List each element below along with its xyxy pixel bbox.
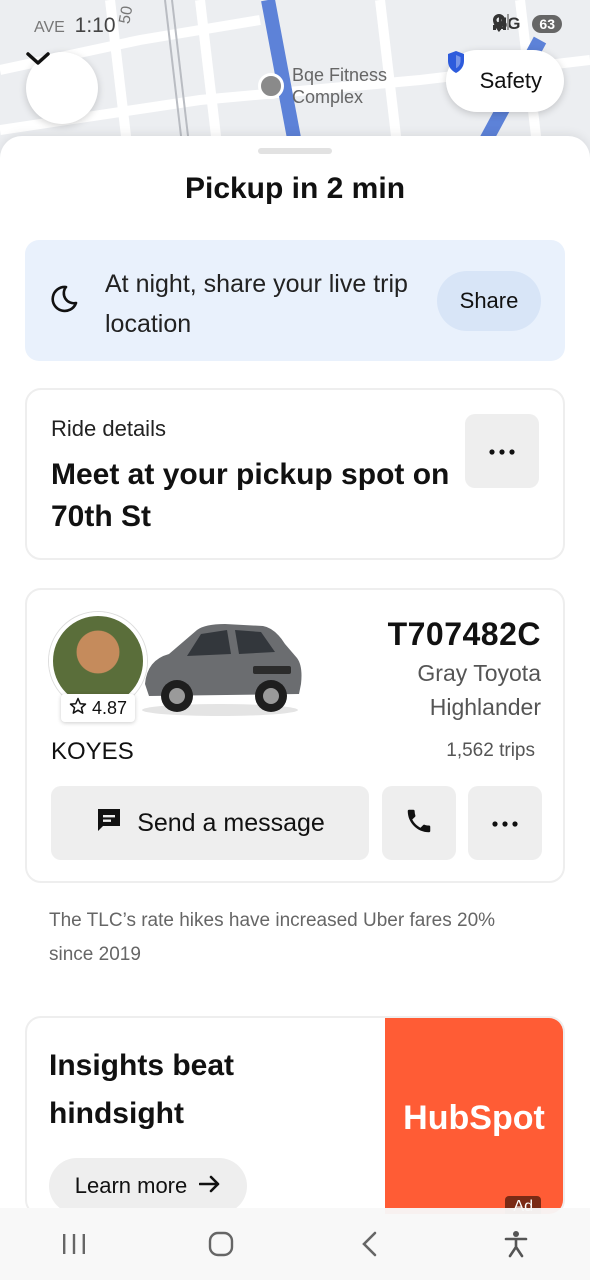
learn-more-button[interactable]: Learn more (49, 1158, 247, 1214)
hubspot-logo: HubSpot (403, 1098, 545, 1137)
driver-rating: 4.87 (61, 694, 136, 722)
recents-button[interactable] (34, 1214, 114, 1274)
message-icon (95, 806, 123, 841)
more-dots-icon (492, 814, 518, 832)
phone-icon (404, 806, 434, 841)
street-label-top: AVE (34, 19, 65, 36)
ride-details-label: Ride details (51, 416, 166, 441)
share-button[interactable]: Share (437, 271, 541, 331)
send-message-button[interactable]: Send a message (51, 786, 369, 860)
ride-details-more-button[interactable] (465, 414, 539, 488)
ad-image[interactable]: HubSpot Ad (385, 1018, 563, 1214)
safety-label: Safety (479, 68, 542, 93)
back-button[interactable] (329, 1214, 409, 1274)
driver-trip-count: 1,562 trips (446, 740, 535, 761)
star-icon (69, 697, 87, 720)
ad-card[interactable]: Insights beat hindsight Learn more HubSp… (25, 1016, 565, 1216)
sheet-title: Pickup in 2 min (184, 172, 406, 205)
more-dots-icon (489, 442, 515, 460)
trip-sheet: Pickup in 2 min At night, share your liv… (0, 136, 590, 1280)
poi-marker-icon (258, 73, 284, 99)
clock: 1:10 (74, 14, 116, 37)
send-message-label: Send a message (137, 808, 325, 837)
safety-button[interactable]: Safety (445, 50, 564, 112)
learn-more-label: Learn more (74, 1173, 188, 1198)
collapse-button[interactable] (26, 52, 98, 124)
rating-value: 4.87 (92, 697, 128, 718)
share-location-card: At night, share your live trip location … (25, 240, 565, 361)
battery-badge: 63 (532, 15, 562, 33)
car-model: Gray Toyota Highlander (417, 660, 541, 720)
fare-notice: The TLC’s rate hikes have increased Uber… (49, 910, 496, 965)
driver-card: 4.87 KOYES T707482C Gray Toyota Highland… (25, 588, 565, 883)
arrow-right-icon (198, 1173, 221, 1199)
status-time: AVE 1:10 (34, 14, 116, 38)
share-message: At night, share your live trip location (105, 270, 408, 338)
sheet-drag-handle[interactable] (258, 148, 332, 154)
driver-name: KOYES (51, 738, 134, 765)
pickup-instruction: Meet at your pickup spot on 70th St (51, 458, 450, 533)
moon-icon (49, 284, 79, 319)
ad-headline: Insights beat hindsight (49, 1049, 235, 1130)
system-nav-bar (0, 1208, 590, 1280)
status-icons: 5G 63 (492, 14, 562, 34)
street-number: 50 (116, 4, 137, 26)
driver-more-button[interactable] (468, 786, 542, 860)
home-button[interactable] (181, 1214, 261, 1274)
call-button[interactable] (382, 786, 456, 860)
license-plate: T707482C (387, 616, 541, 652)
accessibility-button[interactable] (476, 1214, 556, 1274)
ride-details-card: Ride details Meet at your pickup spot on… (25, 388, 565, 560)
poi-label: Bqe Fitness Complex (292, 65, 388, 107)
map-poi[interactable]: Bqe Fitness Complex (258, 64, 412, 108)
car-image (135, 614, 305, 723)
